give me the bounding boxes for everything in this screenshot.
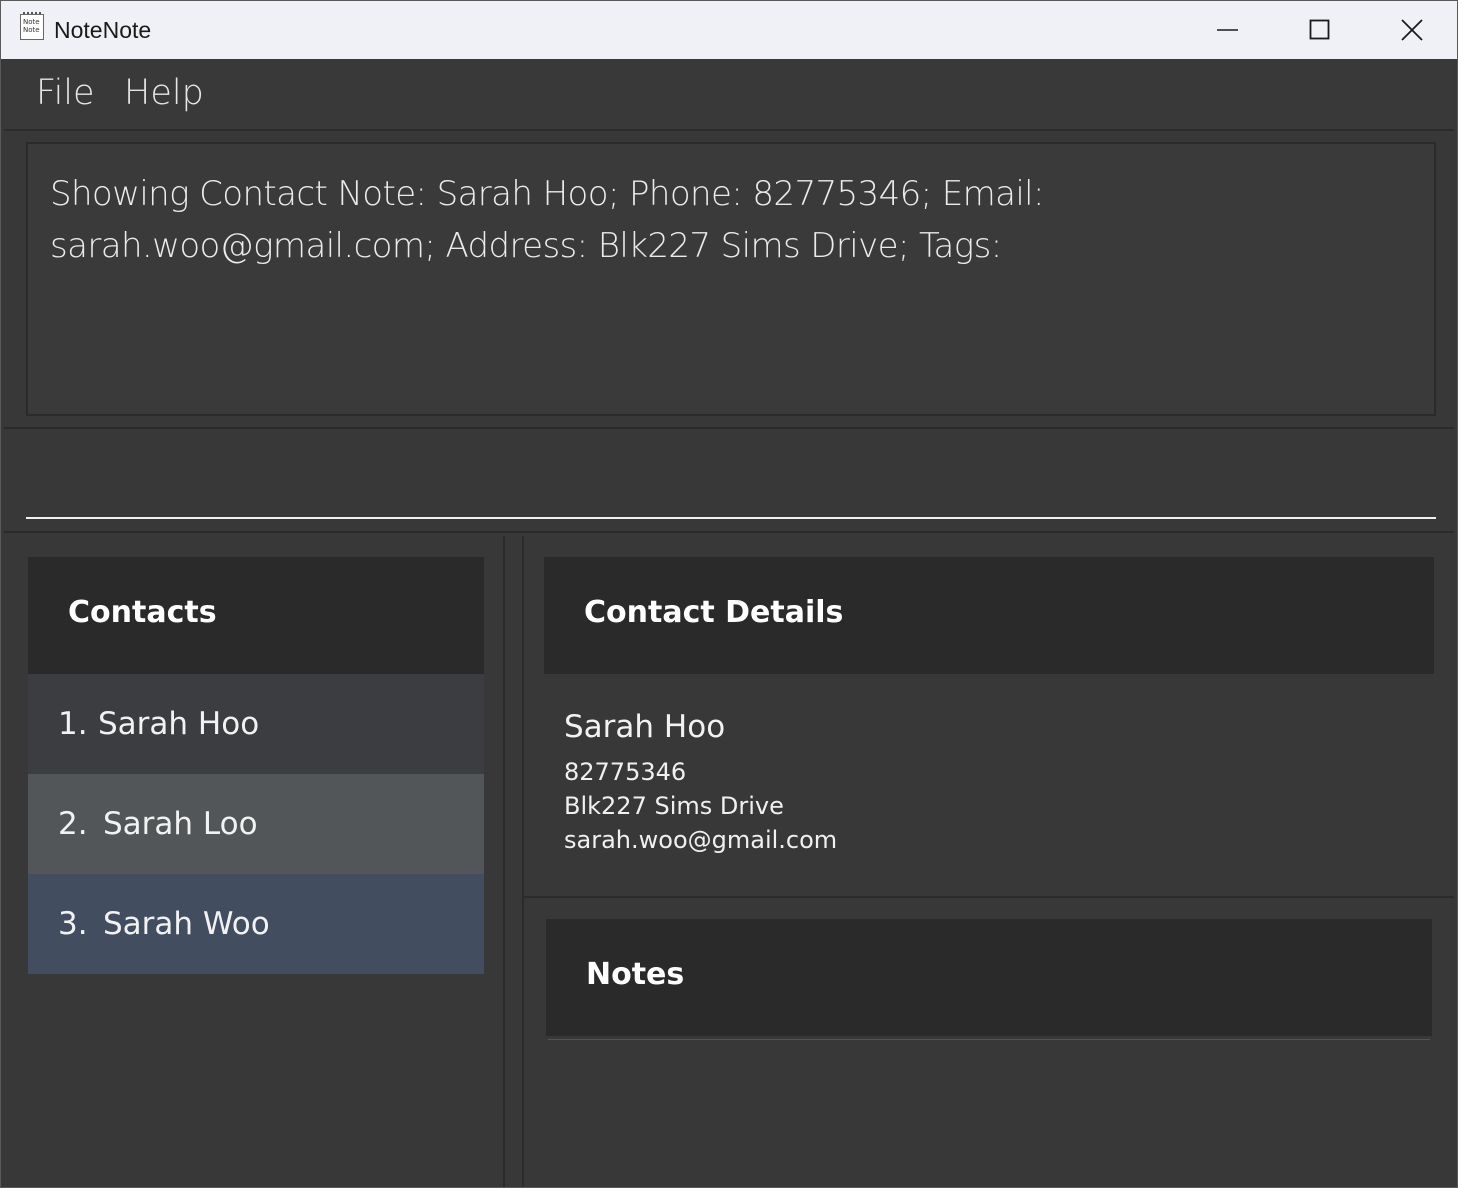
- close-icon: [1401, 19, 1423, 41]
- notes-area[interactable]: [548, 1039, 1430, 1187]
- command-input[interactable]: [26, 441, 1436, 519]
- contact-index: 1.: [58, 706, 88, 742]
- detail-phone: 82775346: [564, 758, 687, 786]
- maximize-icon: [1309, 19, 1330, 40]
- contact-name: Sarah Loo: [103, 806, 258, 842]
- notenote-app-icon: Note Note: [20, 12, 44, 40]
- command-box-panel: [4, 431, 1454, 533]
- close-button[interactable]: [1365, 1, 1457, 59]
- notes-header-label: Notes: [586, 957, 685, 992]
- menu-help[interactable]: Help: [124, 73, 204, 113]
- contact-name: Sarah Hoo: [98, 706, 260, 742]
- contact-details-header-label: Contact Details: [584, 595, 844, 630]
- app-window: Note Note NoteNote File Help Showing Cont…: [0, 0, 1458, 1188]
- list-item[interactable]: 3. Sarah Woo: [28, 874, 484, 974]
- contacts-header: Contacts: [28, 557, 484, 674]
- menu-bar: File Help: [4, 59, 1454, 131]
- contact-list: 1. Sarah Hoo 2. Sarah Loo 3. Sarah Woo: [28, 674, 484, 974]
- result-display-panel: Showing Contact Note: Sarah Hoo; Phone: …: [4, 131, 1454, 429]
- result-display[interactable]: Showing Contact Note: Sarah Hoo; Phone: …: [26, 142, 1436, 416]
- detail-address: Blk227 Sims Drive: [564, 792, 784, 820]
- minimize-button[interactable]: [1181, 1, 1273, 59]
- menu-file[interactable]: File: [36, 73, 95, 113]
- details-divider: [524, 896, 1454, 898]
- title-bar[interactable]: Note Note NoteNote: [1, 1, 1457, 59]
- detail-name: Sarah Hoo: [564, 709, 726, 745]
- contact-index: 2.: [58, 806, 88, 842]
- contact-details-header: Contact Details: [544, 557, 1434, 674]
- contact-index: 3.: [58, 906, 88, 942]
- contact-name: Sarah Woo: [103, 906, 270, 942]
- list-item[interactable]: 2. Sarah Loo: [28, 774, 484, 874]
- notes-header: Notes: [546, 919, 1432, 1036]
- contact-details-panel: Contact Details Sarah Hoo 82775346 Blk22…: [522, 536, 1456, 1187]
- contacts-panel: Contacts 1. Sarah Hoo 2. Sarah Loo 3. Sa…: [6, 536, 505, 1187]
- contacts-header-label: Contacts: [68, 595, 217, 630]
- window-title: NoteNote: [54, 17, 152, 43]
- detail-email: sarah.woo@gmail.com: [564, 826, 838, 854]
- list-item[interactable]: 1. Sarah Hoo: [28, 674, 484, 774]
- maximize-button[interactable]: [1273, 1, 1365, 59]
- minimize-icon: [1217, 29, 1238, 31]
